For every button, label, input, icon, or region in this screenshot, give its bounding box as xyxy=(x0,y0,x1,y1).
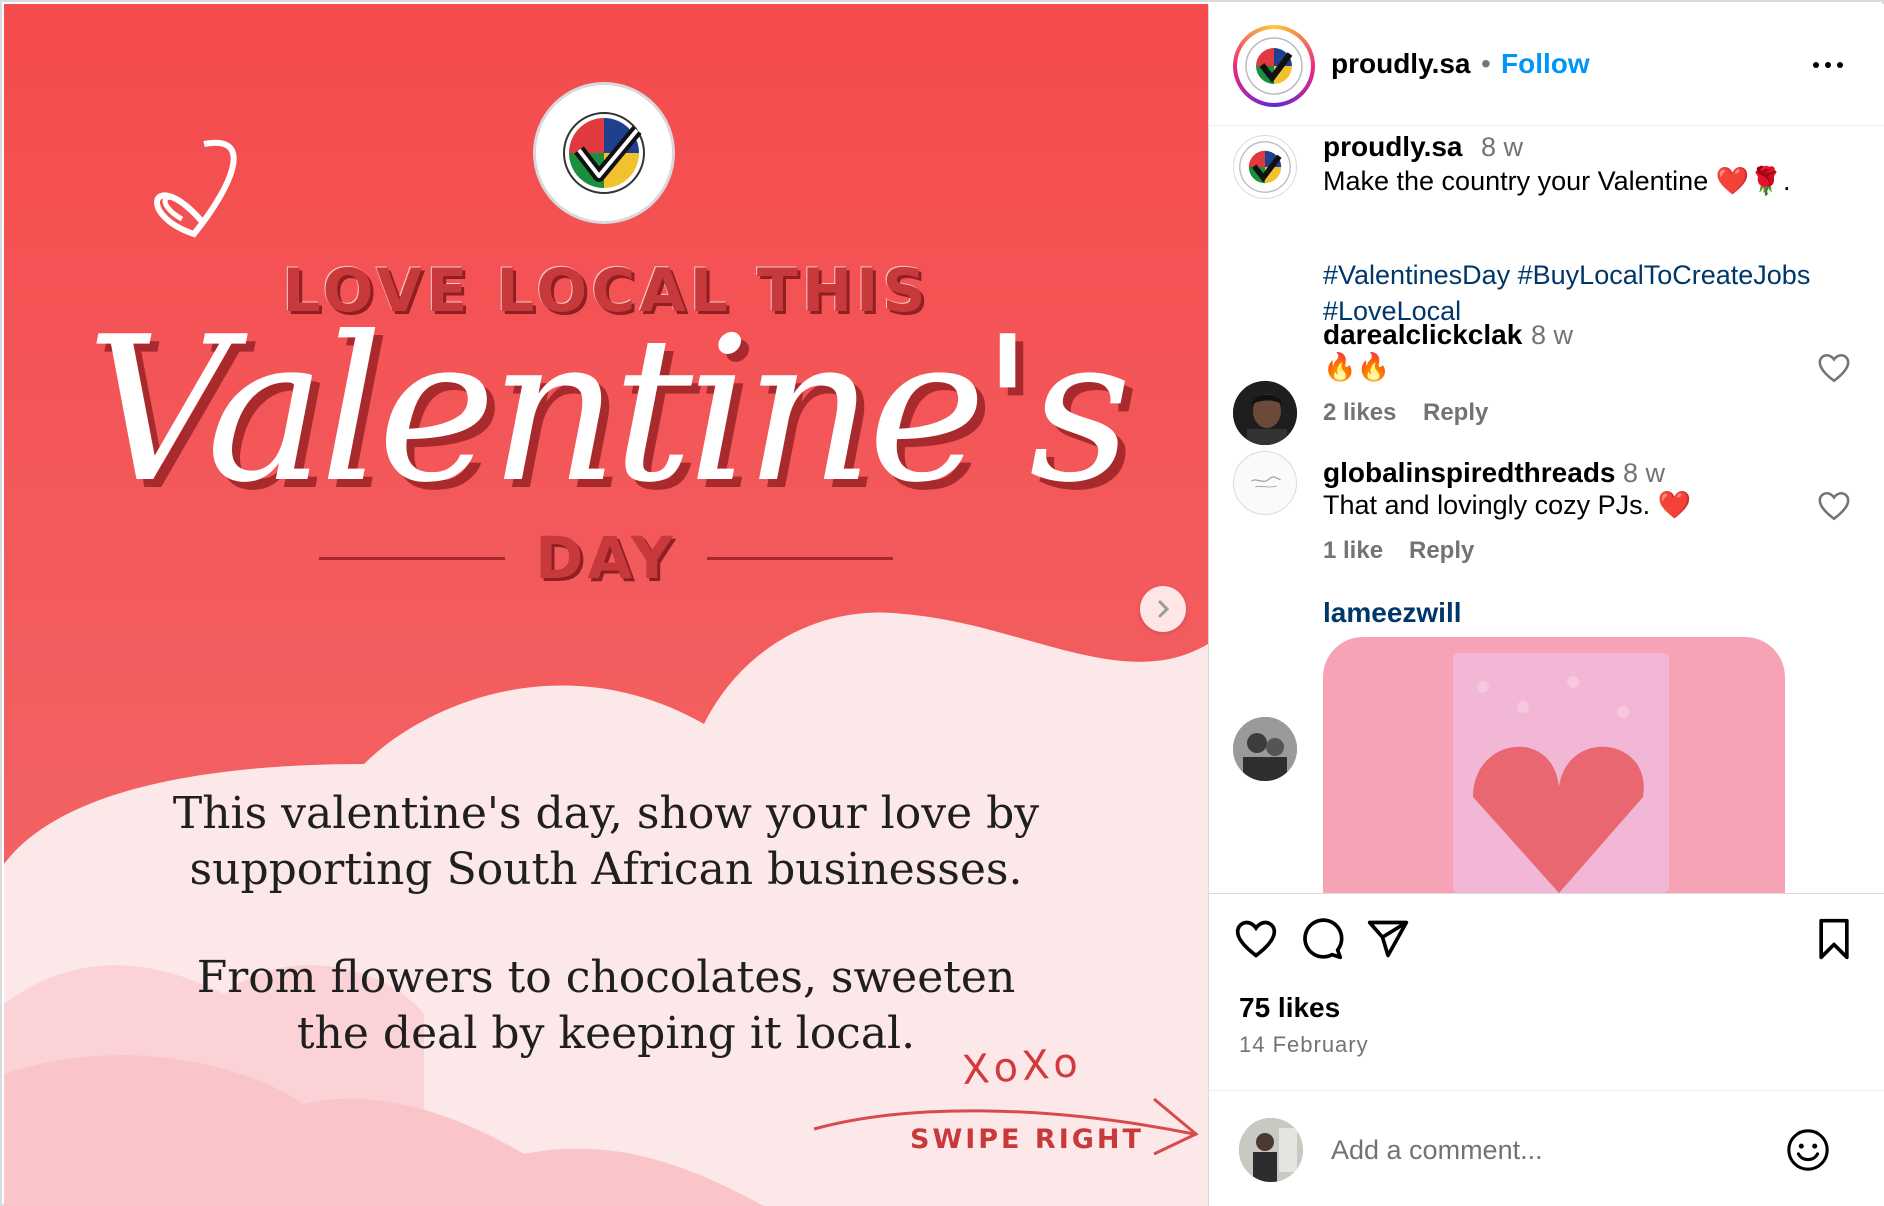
comment-image[interactable] xyxy=(1323,637,1785,893)
heart-card-image xyxy=(1453,653,1669,893)
hashtag-link[interactable]: #ValentinesDay xyxy=(1323,260,1510,290)
chevron-right-icon xyxy=(1158,600,1170,618)
commenter-avatar[interactable] xyxy=(1233,381,1297,445)
post-date[interactable]: 14 February xyxy=(1239,1032,1369,1058)
person-photo-icon xyxy=(1233,717,1297,781)
comment-input[interactable] xyxy=(1331,1127,1771,1173)
current-user-avatar xyxy=(1239,1118,1303,1182)
add-comment-bar xyxy=(1209,1090,1884,1206)
proudly-sa-avatar-icon xyxy=(1245,37,1303,95)
comment-icon xyxy=(1303,918,1344,960)
body-line: This valentine's day, show your love by xyxy=(172,788,1040,839)
headline-day: DAY xyxy=(535,524,677,592)
comment-username[interactable]: globalinspiredthreads xyxy=(1323,457,1616,489)
author-username[interactable]: proudly.sa xyxy=(1331,48,1471,80)
comment-button[interactable] xyxy=(1297,914,1347,964)
body-paragraph-1: This valentine's day, show your love by … xyxy=(4,786,1208,898)
more-options-button[interactable] xyxy=(1805,48,1851,82)
post-image[interactable]: LOVE LOCAL THIS Valentine's DAY This val… xyxy=(4,4,1208,1206)
like-button[interactable] xyxy=(1231,914,1281,964)
comments-section[interactable]: proudly.sa 8 w Make the country your Val… xyxy=(1209,127,1884,893)
heart-icon xyxy=(1235,920,1277,958)
more-dot-icon xyxy=(1825,62,1831,68)
post-sidebar: proudly.sa • Follow proudly.sa 8 w Make … xyxy=(1208,4,1884,1206)
heart-icon[interactable] xyxy=(1817,489,1851,523)
caption-time[interactable]: 8 w xyxy=(1481,132,1523,163)
emoji-icon[interactable] xyxy=(1785,1127,1831,1173)
save-button[interactable] xyxy=(1809,914,1859,964)
divider-line xyxy=(706,556,893,560)
person-photo-icon xyxy=(1233,381,1297,445)
share-icon xyxy=(1367,920,1409,958)
follow-button[interactable]: Follow xyxy=(1501,48,1590,80)
headline-day-row: DAY xyxy=(4,524,1208,592)
proudly-sa-avatar-icon xyxy=(1239,141,1291,193)
post-header: proudly.sa • Follow xyxy=(1209,4,1884,126)
proudly-sa-logo-mark xyxy=(563,112,645,194)
body-line: supporting South African businesses. xyxy=(189,844,1023,895)
comment-likes[interactable]: 1 like xyxy=(1323,537,1383,565)
header-separator: • xyxy=(1481,48,1491,79)
brand-logo-icon xyxy=(1235,453,1295,513)
comment-time[interactable]: 8 w xyxy=(1623,458,1665,489)
author-avatar[interactable] xyxy=(1233,25,1315,107)
caption-text: Make the country your Valentine ❤️🌹. xyxy=(1323,166,1791,196)
next-slide-button[interactable] xyxy=(1140,586,1186,632)
share-button[interactable] xyxy=(1363,914,1413,964)
instagram-post-frame: LOVE LOCAL THIS Valentine's DAY This val… xyxy=(0,0,1884,1206)
proudly-sa-logo xyxy=(533,82,675,224)
comment-text: 🔥🔥 xyxy=(1323,352,1391,382)
heart-icon[interactable] xyxy=(1817,351,1851,385)
caption-username[interactable]: proudly.sa xyxy=(1323,131,1463,163)
comment-username[interactable]: lameezwill xyxy=(1323,597,1462,629)
bookmark-icon xyxy=(1819,918,1849,960)
comment-likes[interactable]: 2 likes xyxy=(1323,399,1396,427)
body-line: From flowers to chocolates, sweeten xyxy=(196,952,1016,1003)
caption-avatar[interactable] xyxy=(1233,135,1297,199)
commenter-avatar[interactable] xyxy=(1233,451,1297,515)
more-dot-icon xyxy=(1837,62,1843,68)
post-actions: 75 likes 14 February xyxy=(1209,893,1884,1206)
hashtag-link[interactable]: #BuyLocalToCreateJobs xyxy=(1518,260,1811,290)
person-photo-icon xyxy=(1239,1118,1303,1182)
comment-text: That and lovingly cozy PJs. ❤️ xyxy=(1323,490,1692,520)
comment-time[interactable]: 8 w xyxy=(1531,320,1573,351)
comment-reply-button[interactable]: Reply xyxy=(1423,399,1488,427)
xoxo-doodle: XoXo xyxy=(960,1039,1084,1095)
swipe-right-label: SWIPE RIGHT xyxy=(910,1124,1144,1155)
headline-valentines: Valentine's xyxy=(86,294,1132,527)
more-dot-icon xyxy=(1813,62,1819,68)
divider-line xyxy=(319,556,506,560)
commenter-avatar[interactable] xyxy=(1233,717,1297,781)
likes-count[interactable]: 75 likes xyxy=(1239,992,1340,1024)
comment-reply-button[interactable]: Reply xyxy=(1409,537,1474,565)
comment-username[interactable]: darealclickclak xyxy=(1323,319,1522,351)
